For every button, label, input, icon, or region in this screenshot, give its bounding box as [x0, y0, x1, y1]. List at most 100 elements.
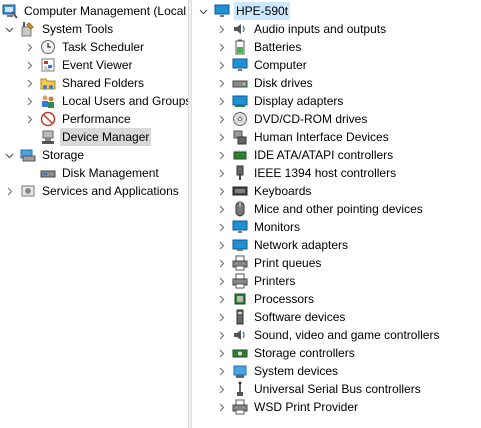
device-category-item[interactable]: Audio inputs and outputs: [216, 20, 388, 38]
performance-icon: [40, 111, 56, 127]
device-category-item[interactable]: System devices: [216, 362, 340, 380]
hid-icon: [232, 129, 248, 145]
device-category-label: Printers: [254, 274, 296, 288]
tree-node-device-manager[interactable]: Device Manager: [24, 128, 152, 146]
device-category-label: Processors: [254, 292, 315, 306]
device-category-label: IDE ATA/ATAPI controllers: [254, 148, 394, 162]
display-adapter-icon: [232, 93, 248, 109]
device-category-label: Monitors: [254, 220, 301, 234]
clock-icon: [40, 39, 56, 55]
chevron-right-icon[interactable]: [216, 218, 226, 236]
tree-node-shared-folders[interactable]: Shared Folders: [24, 74, 146, 92]
chevron-right-icon[interactable]: [24, 74, 34, 92]
software-device-icon: [232, 309, 248, 325]
tree-node-system-tools[interactable]: System Tools: [4, 20, 115, 38]
tree-node-label: Performance: [62, 112, 131, 126]
chevron-right-icon[interactable]: [216, 308, 226, 326]
device-category-label: Display adapters: [254, 94, 344, 108]
device-category-item[interactable]: Sound, video and game controllers: [216, 326, 441, 344]
chevron-right-icon[interactable]: [216, 56, 226, 74]
chevron-right-icon[interactable]: [216, 20, 226, 38]
device-category-item[interactable]: Disk drives: [216, 74, 315, 92]
chevron-right-icon[interactable]: [216, 182, 226, 200]
device-category-label: DVD/CD-ROM drives: [254, 112, 368, 126]
tree-root-label: Computer Management (Local: [24, 4, 187, 18]
chevron-right-icon[interactable]: [216, 344, 226, 362]
chevron-down-icon[interactable]: [198, 2, 208, 20]
chevron-right-icon[interactable]: [4, 182, 14, 200]
chevron-right-icon[interactable]: [216, 326, 226, 344]
disk-management-icon: [40, 165, 56, 181]
tree-node-label: Event Viewer: [62, 58, 133, 72]
device-category-item[interactable]: Human Interface Devices: [216, 128, 391, 146]
tree-node-disk-management[interactable]: Disk Management: [24, 164, 161, 182]
device-category-item[interactable]: Printers: [216, 272, 297, 290]
chevron-right-icon[interactable]: [216, 110, 226, 128]
tree-node-services-applications[interactable]: Services and Applications: [4, 182, 181, 200]
device-category-item[interactable]: Keyboards: [216, 182, 313, 200]
chevron-right-icon[interactable]: [216, 362, 226, 380]
ide-controller-icon: [232, 147, 248, 163]
device-tree-root[interactable]: HPE-590t: [198, 2, 291, 20]
keyboard-icon: [232, 183, 248, 199]
tree-root-computer-management[interactable]: Computer Management (Local: [2, 2, 188, 20]
device-category-item[interactable]: Processors: [216, 290, 316, 308]
chevron-right-icon[interactable]: [216, 272, 226, 290]
chevron-right-icon[interactable]: [216, 200, 226, 218]
chevron-right-icon[interactable]: [216, 398, 226, 416]
device-category-item[interactable]: WSD Print Provider: [216, 398, 360, 416]
chevron-right-icon[interactable]: [24, 92, 34, 110]
ieee1394-icon: [232, 165, 248, 181]
device-category-item[interactable]: Network adapters: [216, 236, 350, 254]
shared-folder-icon: [40, 75, 56, 91]
chevron-right-icon[interactable]: [216, 380, 226, 398]
device-category-item[interactable]: Storage controllers: [216, 344, 357, 362]
chevron-right-icon[interactable]: [216, 38, 226, 56]
chevron-right-icon[interactable]: [216, 128, 226, 146]
chevron-right-icon[interactable]: [216, 236, 226, 254]
computer-name-label: HPE-590t: [234, 2, 291, 20]
device-category-label: Universal Serial Bus controllers: [254, 382, 421, 396]
tree-node-performance[interactable]: Performance: [24, 110, 133, 128]
device-category-label: Print queues: [254, 256, 322, 270]
device-category-item[interactable]: Batteries: [216, 38, 303, 56]
tree-node-event-viewer[interactable]: Event Viewer: [24, 56, 134, 74]
monitor-icon: [232, 219, 248, 235]
speaker-icon: [232, 21, 248, 37]
device-category-item[interactable]: DVD/CD-ROM drives: [216, 110, 369, 128]
disk-drive-icon: [232, 75, 248, 91]
chevron-right-icon[interactable]: [216, 74, 226, 92]
tree-node-task-scheduler[interactable]: Task Scheduler: [24, 38, 146, 56]
chevron-right-icon[interactable]: [216, 254, 226, 272]
tree-node-local-users-groups[interactable]: Local Users and Groups: [24, 92, 188, 110]
device-category-item[interactable]: Display adapters: [216, 92, 345, 110]
device-category-label: Batteries: [254, 40, 302, 54]
tree-node-storage[interactable]: Storage: [4, 146, 86, 164]
device-category-item[interactable]: Monitors: [216, 218, 302, 236]
chevron-right-icon[interactable]: [24, 56, 34, 74]
device-category-item[interactable]: Computer: [216, 56, 309, 74]
device-category-item[interactable]: IEEE 1394 host controllers: [216, 164, 398, 182]
device-category-item[interactable]: Universal Serial Bus controllers: [216, 380, 423, 398]
chevron-right-icon[interactable]: [24, 38, 34, 56]
device-category-label: WSD Print Provider: [254, 400, 359, 414]
system-devices-icon: [232, 363, 248, 379]
computer-icon: [214, 3, 230, 19]
device-category-item[interactable]: Software devices: [216, 308, 347, 326]
chevron-down-icon[interactable]: [4, 146, 14, 164]
device-category-item[interactable]: Mice and other pointing devices: [216, 200, 425, 218]
device-category-label: Sound, video and game controllers: [254, 328, 440, 342]
chevron-right-icon[interactable]: [216, 290, 226, 308]
device-category-label: System devices: [254, 364, 339, 378]
chevron-right-icon[interactable]: [216, 146, 226, 164]
speaker-icon: [232, 327, 248, 343]
chevron-right-icon[interactable]: [24, 110, 34, 128]
chevron-right-icon[interactable]: [216, 164, 226, 182]
chevron-right-icon[interactable]: [216, 92, 226, 110]
device-category-label: Software devices: [254, 310, 346, 324]
chevron-down-icon[interactable]: [4, 20, 14, 38]
device-category-item[interactable]: Print queues: [216, 254, 323, 272]
device-category-item[interactable]: IDE ATA/ATAPI controllers: [216, 146, 395, 164]
device-category-label: Computer: [254, 58, 307, 72]
